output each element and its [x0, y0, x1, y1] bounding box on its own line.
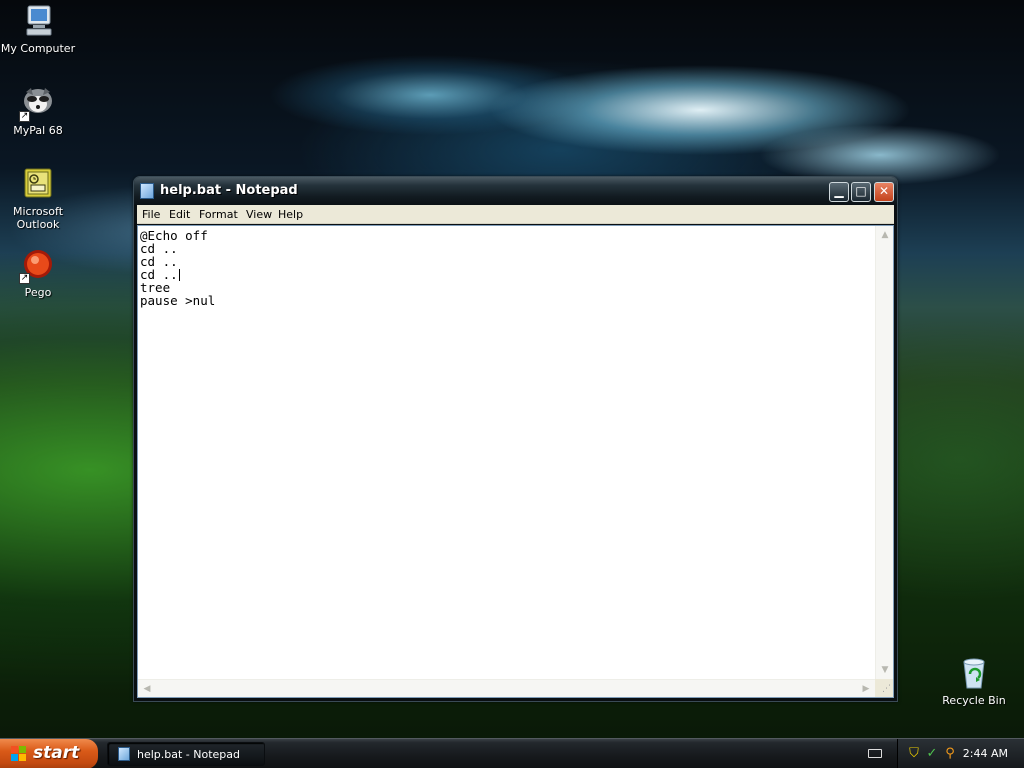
notepad-window[interactable]: help.bat - Notepad ▁ □ ✕ File Edit Forma… [133, 176, 898, 702]
text-caret [178, 269, 180, 281]
shortcut-arrow-icon: ↗ [19, 273, 30, 284]
resize-grip-icon[interactable]: ⋰ [875, 679, 893, 697]
menu-format[interactable]: Format [199, 208, 238, 221]
window-title: help.bat - Notepad [160, 183, 298, 198]
windows-logo-icon [11, 746, 28, 762]
desktop-icon-label: Pego [24, 286, 52, 299]
text-line: cd .. [140, 254, 178, 269]
text-content[interactable]: @Echo off cd .. cd .. cd .. tree pause >nul [140, 228, 874, 678]
desktop-icon-pego[interactable]: ↗ Pego [0, 248, 78, 299]
scroll-right-button[interactable]: ▶ [858, 681, 874, 697]
desktop-icon-label: Recycle Bin [942, 694, 1006, 707]
text-line: cd .. [140, 241, 178, 256]
taskbar-button-label: help.bat - Notepad [137, 748, 241, 761]
desktop-icon-label: MyPal 68 [13, 124, 63, 137]
vertical-scrollbar[interactable]: ▲ ▼ [875, 226, 893, 679]
keyboard-icon[interactable] [868, 749, 882, 758]
scroll-left-button[interactable]: ◀ [139, 681, 155, 697]
taskbar: start help.bat - Notepad ⛉ ✓ ⚲ 2:44 AM [0, 738, 1024, 768]
notepad-icon [140, 183, 154, 199]
mypal-browser-icon: ↗ [19, 86, 55, 122]
recycle-bin-icon [957, 656, 991, 690]
computer-icon [21, 4, 55, 38]
scroll-down-button[interactable]: ▼ [877, 662, 893, 678]
text-editor[interactable]: @Echo off cd .. cd .. cd .. tree pause >nul ▲… [137, 225, 894, 698]
minimize-button[interactable]: ▁ [829, 182, 849, 202]
horizontal-scrollbar[interactable]: ◀ ▶ [138, 679, 875, 697]
menu-file[interactable]: File [142, 208, 160, 221]
menu-bar: File Edit Format View Help [137, 205, 894, 224]
minimize-icon: ▁ [834, 184, 844, 198]
text-line: tree [140, 280, 171, 295]
pego-icon: ↗ [19, 248, 55, 284]
menu-help[interactable]: Help [278, 208, 303, 221]
text-line: @Echo off [140, 228, 208, 243]
network-icon[interactable]: ✓ [925, 747, 939, 761]
outlook-icon [21, 167, 55, 201]
desktop-icon-outlook[interactable]: Microsoft Outlook [0, 167, 78, 231]
text-line-with-caret: cd .. [140, 268, 874, 281]
system-tray: ⛉ ✓ ⚲ 2:44 AM [897, 739, 1024, 768]
desktop-icon-my-computer[interactable]: My Computer [0, 4, 78, 55]
maximize-icon: □ [855, 184, 867, 198]
search-icon[interactable]: ⚲ [943, 747, 957, 761]
desktop-icon-label: My Computer [0, 42, 76, 55]
clock[interactable]: 2:44 AM [963, 747, 1008, 760]
maximize-button[interactable]: □ [851, 182, 871, 202]
scroll-up-button[interactable]: ▲ [877, 227, 893, 243]
title-bar[interactable]: help.bat - Notepad ▁ □ ✕ [134, 177, 897, 205]
close-button[interactable]: ✕ [874, 182, 894, 202]
desktop-icon-recycle-bin[interactable]: Recycle Bin [934, 656, 1014, 707]
desktop-icon-mypal[interactable]: ↗ MyPal 68 [0, 86, 78, 137]
shortcut-arrow-icon: ↗ [19, 111, 30, 122]
menu-view[interactable]: View [246, 208, 272, 221]
taskbar-button-notepad[interactable]: help.bat - Notepad [107, 742, 265, 766]
security-shield-icon[interactable]: ⛉ [907, 747, 921, 761]
notepad-icon [118, 747, 130, 761]
start-button[interactable]: start [0, 739, 98, 768]
start-label: start [33, 743, 80, 763]
close-icon: ✕ [878, 184, 890, 198]
desktop-icon-label: Microsoft Outlook [12, 205, 64, 231]
menu-edit[interactable]: Edit [169, 208, 190, 221]
text-line: pause >nul [140, 293, 216, 308]
